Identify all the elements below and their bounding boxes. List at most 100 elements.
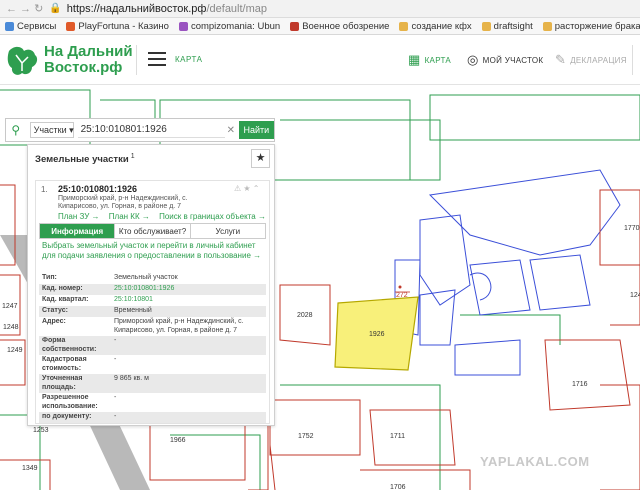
info-value: - [114, 356, 117, 363]
info-row: Кад. квартал: 25:10:10801 [39, 295, 266, 306]
search-input[interactable]: 25:10:010801:1926 [77, 122, 225, 138]
bookmark-icon [290, 21, 300, 31]
tab-services[interactable]: Услуги [190, 224, 265, 238]
link-plan-zu[interactable]: План ЗУ → [58, 212, 100, 221]
back-icon[interactable]: ← → ↻ [6, 2, 43, 15]
bookmark-icon [5, 21, 14, 31]
clear-icon[interactable]: ✕ [225, 125, 237, 136]
item-links: План ЗУ → План КК → Поиск в границах объ… [58, 212, 273, 221]
bookmark-icon [542, 21, 552, 31]
map-label: 1349 [22, 465, 38, 472]
bookmark-label: расторжение брака [554, 20, 640, 32]
map-label: 2028 [297, 312, 313, 319]
info-value: Земельный участок [114, 274, 178, 281]
nav-declaration[interactable]: ✎ ДЕКЛАРАЦИЯ [555, 52, 627, 68]
info-key: Кад. номер: [42, 285, 83, 292]
nav-map[interactable]: ▦ КАРТА [408, 52, 451, 68]
info-row: Статус: Временный [39, 306, 266, 317]
results-title: Земельные участки 1 [35, 153, 135, 166]
map-icon: ▦ [408, 52, 421, 67]
bookmark-icon [399, 21, 409, 31]
item-number: 1. [41, 185, 48, 194]
info-key: Адрес: [42, 318, 66, 325]
bookmarks-bar: Сервисы PlayFortuna - Казино compizomania:… [0, 18, 640, 35]
item-controls[interactable]: ⚠ ★ ⌃ [234, 184, 260, 193]
item-tabs: Информация Кто обслуживает? Услуги [39, 223, 266, 239]
info-value: - [114, 337, 117, 344]
result-item: 1. 25:10:010801:1926 Приморский край, р-… [35, 180, 270, 424]
tab-who-serves[interactable]: Кто обслуживает? [115, 224, 191, 238]
info-row: Кад. номер: 25:10:010801:1926 [39, 284, 266, 295]
logo-text[interactable]: На Дальний Восток.рф [44, 44, 133, 76]
url-text[interactable]: https://надальнийвосток.рф/default/map [67, 3, 267, 15]
bookmark-label: draftsight [493, 20, 533, 32]
parcel-marker [398, 285, 402, 289]
map-label: 1926 [369, 331, 385, 338]
results-panel: Земельные участки 1 ★ 1. 25:10:010801:192… [27, 144, 275, 426]
find-button[interactable]: Найти [238, 121, 274, 139]
map-label: 272 [396, 292, 408, 299]
map-label: 1752 [298, 433, 314, 440]
info-key: по документу: [42, 413, 92, 420]
header-divider [136, 45, 137, 75]
info-value[interactable]: 25:10:010801:1926 [114, 285, 266, 294]
search-icon[interactable]: ⚲ [6, 123, 26, 137]
item-address: Приморский край, р-н Надеждинский, с. Ки… [58, 195, 188, 210]
pencil-icon: ✎ [555, 52, 567, 67]
bookmark-label: Военное обозрение [302, 20, 390, 32]
select-plot-link[interactable]: Выбрать земельный участок и перейти в ли… [42, 241, 262, 261]
info-table: Тип: Земельный участок Кад. номер: 25:10:01… [39, 273, 266, 423]
bookmark-item[interactable]: Военное обозрение [285, 21, 394, 32]
info-key: Уточненная площадь: [42, 375, 83, 391]
location-pin-icon: ◎ [467, 52, 479, 67]
info-row: по документу: - [39, 412, 266, 423]
hamburger-menu-icon[interactable] [148, 52, 166, 66]
map-label: 1711 [390, 433, 406, 440]
link-search-boundaries[interactable]: Поиск в границах объекта → [159, 212, 266, 221]
bookmark-item[interactable]: draftsight [477, 21, 538, 32]
bookmark-item[interactable]: compizomania: Ubun [174, 21, 285, 32]
info-key: Кадастровая стоимость: [42, 356, 87, 372]
bookmark-item[interactable]: расторжение брака [538, 21, 640, 32]
search-type-select[interactable]: Участки ▾ [29, 122, 74, 138]
info-value: - [114, 413, 117, 420]
info-row: Кадастровая стоимость: - [39, 355, 266, 374]
info-row: Адрес: Приморский край, р-н Надеждинский,… [39, 317, 266, 336]
bookmark-icon [481, 21, 491, 31]
map-label: 1249 [7, 347, 23, 354]
map-label: 1716 [572, 381, 588, 388]
info-key: Статус: [42, 307, 68, 314]
blue-boundaries [394, 169, 621, 376]
bookmark-icon [178, 21, 188, 31]
bookmark-item[interactable]: Сервисы [0, 21, 61, 32]
info-row: Тип: Земельный участок [39, 273, 266, 284]
link-plan-kk[interactable]: План КК → [109, 212, 150, 221]
search-bar: ⚲ Участки ▾ 25:10:010801:1926 ✕ Найти [5, 118, 275, 142]
address-bar[interactable]: ← → ↻ 🔒 https://надальнийвосток.рф/defau… [0, 0, 640, 18]
map-label: 1966 [170, 437, 186, 444]
lock-icon: 🔒 [49, 3, 62, 14]
header-divider-right [632, 45, 633, 75]
map-label: 1248 [3, 324, 19, 331]
bookmark-item[interactable]: создание кфх [394, 21, 476, 32]
info-key: Разрешенное использование: [42, 394, 98, 410]
info-value: Приморский край, р-н Надеждинский, с. Ки… [114, 318, 244, 334]
info-value[interactable]: 25:10:10801 [114, 296, 266, 305]
info-key: Тип: [42, 274, 57, 281]
tab-info[interactable]: Информация [40, 224, 116, 238]
menu-map-label[interactable]: КАРТА [175, 55, 202, 64]
info-row: Форма собственности: - [39, 336, 266, 355]
info-value: Временный [114, 307, 152, 314]
bookmark-item[interactable]: PlayFortuna - Казино [61, 21, 174, 32]
watermark: YAPLAKAL.COM [480, 454, 590, 469]
bookmark-icon [66, 21, 76, 31]
nav-my-plot[interactable]: ◎ МОЙ УЧАСТОК [467, 52, 543, 68]
item-cad-number[interactable]: 25:10:010801:1926 [58, 184, 137, 194]
info-key: Кад. квартал: [42, 296, 89, 303]
logo-icon [7, 46, 38, 75]
info-row: Уточненная площадь: 9 865 кв. м [39, 374, 266, 393]
favorite-star-button[interactable]: ★ [251, 149, 270, 168]
bookmark-label: создание кфх [411, 20, 472, 32]
map-label: 1245 [630, 292, 640, 299]
info-value: - [114, 394, 117, 401]
